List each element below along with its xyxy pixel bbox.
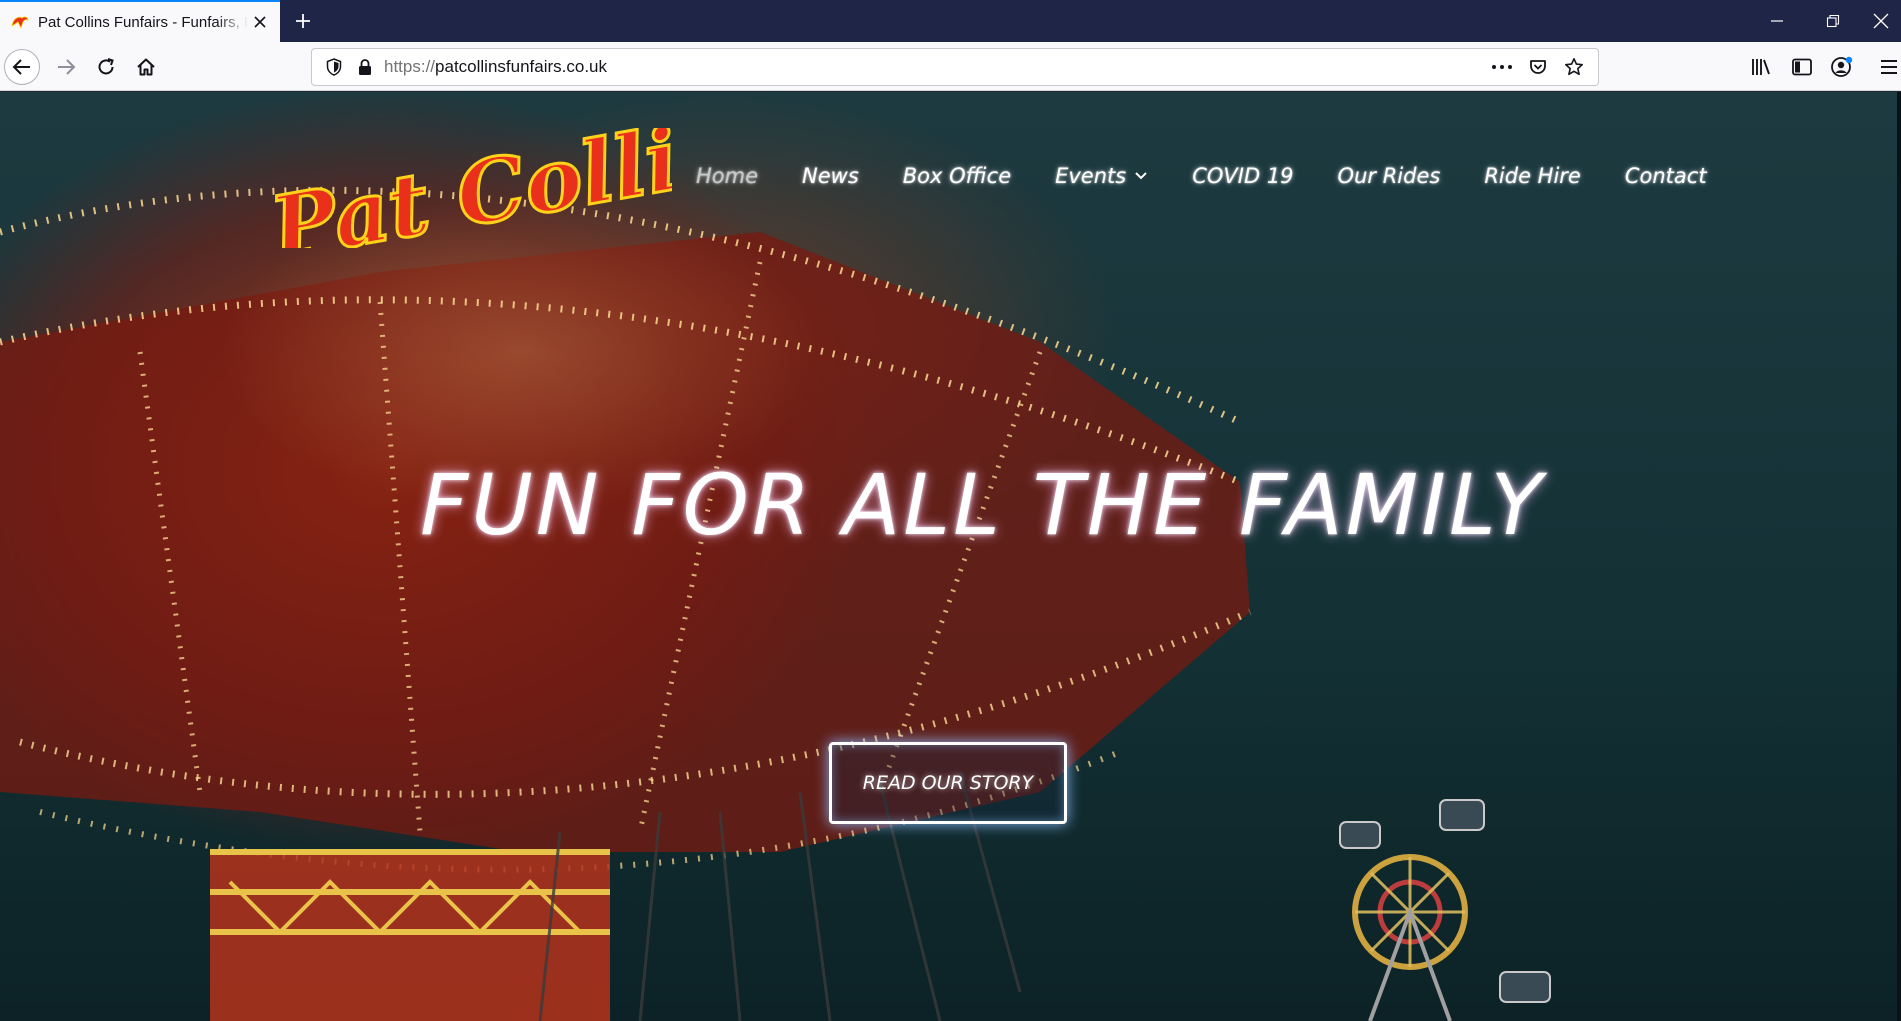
menu-icon[interactable] (1879, 48, 1899, 86)
window-close-icon[interactable] (1861, 0, 1901, 42)
nav-ride-hire[interactable]: Ride Hire (1484, 164, 1581, 188)
forward-arrow-icon[interactable] (48, 49, 84, 85)
chevron-down-icon (1135, 172, 1147, 180)
library-icon[interactable] (1750, 48, 1772, 86)
minimize-icon[interactable] (1749, 0, 1805, 42)
nav-events[interactable]: Events (1055, 164, 1148, 188)
main-navigation: Home News Box Office Events COVID 19 Our… (696, 164, 1751, 188)
tab-strip: Pat Collins Funfairs - Funfairs, R (0, 0, 1901, 42)
close-icon[interactable] (250, 12, 270, 32)
nav-covid-19[interactable]: COVID 19 (1192, 164, 1293, 188)
logo-image[interactable]: Pat Collins (262, 128, 672, 248)
logo-text: Pat Collins (262, 128, 672, 248)
url-scheme: https:// (384, 57, 436, 76)
nav-box-office[interactable]: Box Office (903, 164, 1011, 188)
restore-icon[interactable] (1805, 0, 1861, 42)
tab-title: Pat Collins Funfairs - Funfairs, R (38, 13, 248, 31)
tab-active[interactable]: Pat Collins Funfairs - Funfairs, R (0, 0, 280, 42)
nav-contact[interactable]: Contact (1625, 164, 1707, 188)
nav-home[interactable]: Home (696, 164, 758, 188)
web-page: Pat Collins Home News Box Office Events … (0, 92, 1901, 1021)
nav-events-label: Events (1055, 164, 1127, 188)
more-icon[interactable] (1490, 55, 1514, 79)
sidebar-icon[interactable] (1791, 48, 1813, 86)
plus-icon[interactable] (288, 6, 318, 36)
back-arrow-icon[interactable] (4, 49, 40, 85)
account-icon[interactable] (1830, 48, 1854, 86)
reload-icon[interactable] (88, 49, 124, 85)
hero-title: FUN FOR ALL THE FAMILY (420, 456, 1546, 554)
lock-icon[interactable] (354, 58, 376, 76)
page-scrollbar[interactable] (1897, 92, 1901, 1021)
shield-icon[interactable] (322, 58, 346, 76)
url-bar[interactable]: https://patcollinsfunfairs.co.uk (311, 48, 1599, 86)
navigation-toolbar: https://patcollinsfunfairs.co.uk (0, 42, 1901, 91)
url-host: patcollinsfunfairs.co.uk (435, 57, 608, 76)
tab-favicon-icon (10, 14, 30, 30)
star-icon[interactable] (1562, 55, 1586, 79)
read-our-story-button[interactable]: READ OUR STORY (829, 742, 1067, 824)
nav-our-rides[interactable]: Our Rides (1338, 164, 1441, 188)
nav-news[interactable]: News (802, 164, 859, 188)
home-icon[interactable] (128, 49, 164, 85)
ferris-wheel-image (1339, 799, 1551, 1021)
pocket-icon[interactable] (1526, 55, 1550, 79)
url-text: https://patcollinsfunfairs.co.uk (384, 57, 607, 77)
browser-window: Pat Collins Funfairs - Funfairs, R https… (0, 0, 1901, 1021)
